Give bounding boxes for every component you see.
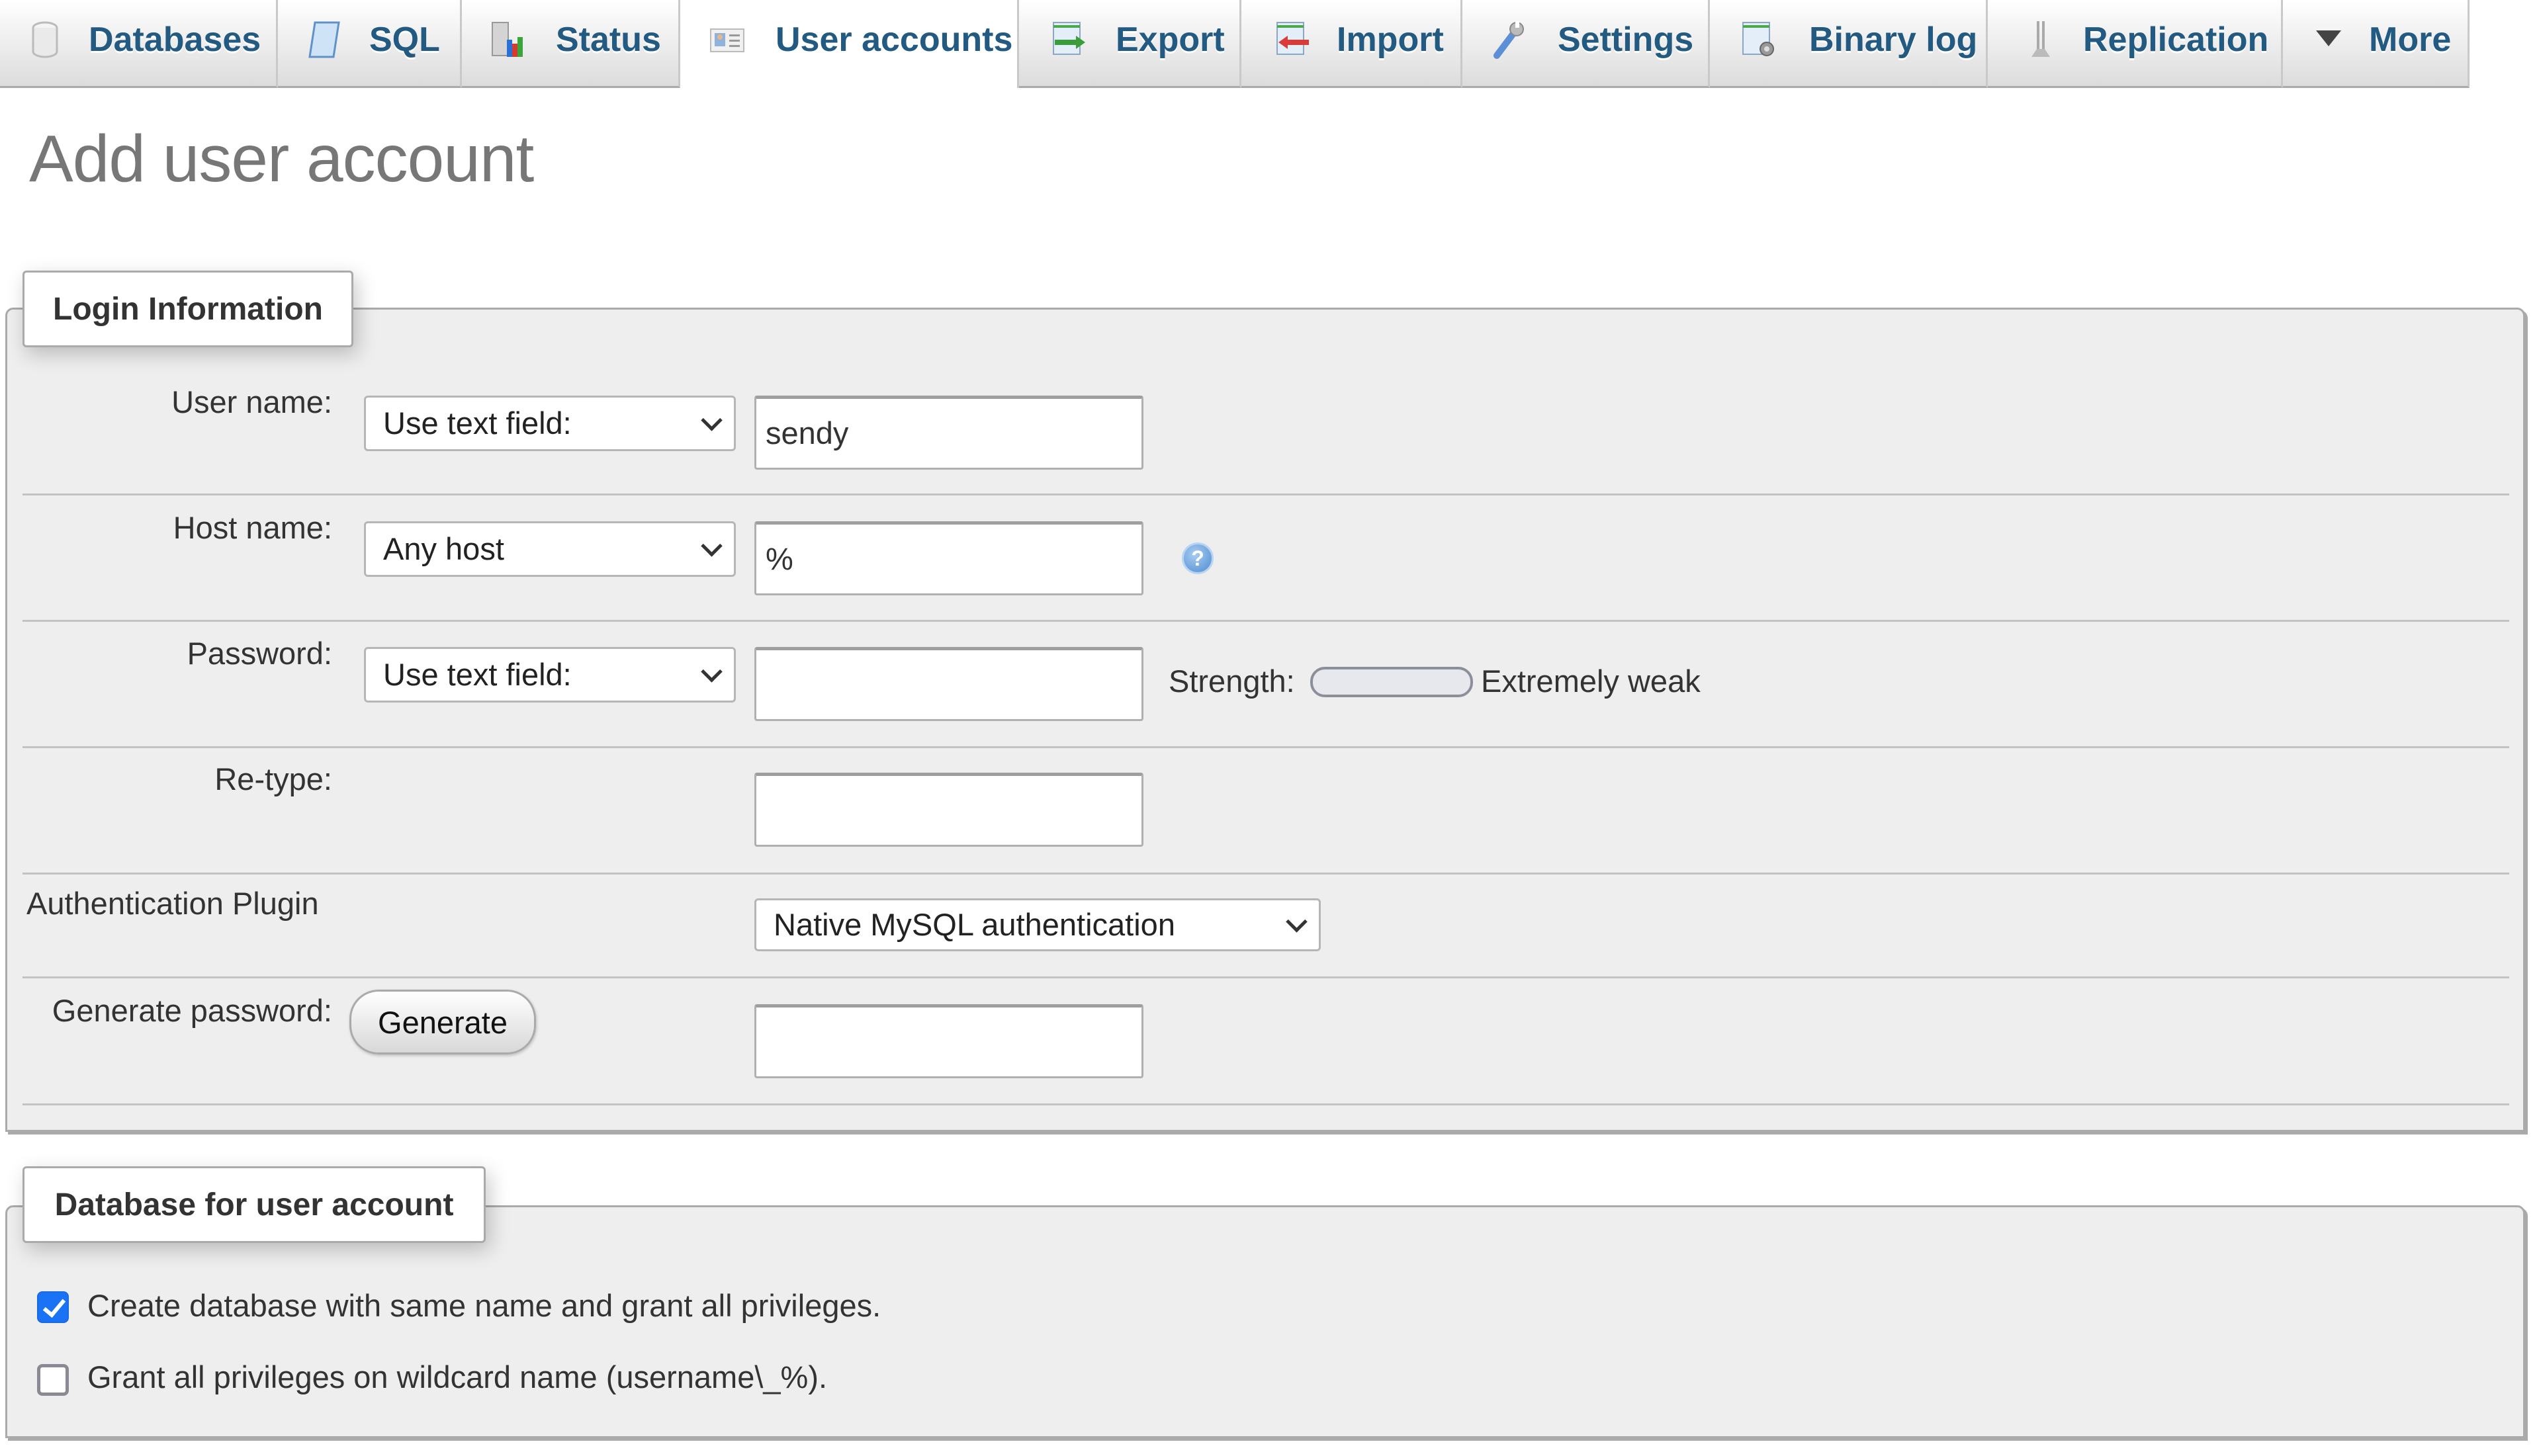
- host-name-type-select[interactable]: Any host: [364, 521, 736, 577]
- chevron-down-icon: [701, 661, 723, 683]
- strength-text: Extremely weak: [1481, 664, 1701, 699]
- tab-label: Import: [1337, 21, 1444, 59]
- host-name-input[interactable]: %: [754, 521, 1143, 595]
- user-name-type-select[interactable]: Use text field:: [364, 396, 736, 451]
- tab-sql[interactable]: SQL: [278, 0, 462, 88]
- tab-label: Binary log: [1809, 21, 1978, 59]
- row-divider: [22, 873, 2509, 875]
- row-divider: [22, 746, 2509, 748]
- help-icon[interactable]: ?: [1182, 542, 1214, 574]
- generated-password-input[interactable]: [754, 1004, 1143, 1078]
- tab-databases[interactable]: Databases: [0, 0, 278, 88]
- strength-label: Strength:: [1169, 664, 1295, 699]
- select-value: Any host: [383, 531, 504, 566]
- tab-label: Replication: [2083, 21, 2269, 59]
- generate-button[interactable]: Generate: [349, 990, 536, 1054]
- sql-scroll-icon: [308, 21, 340, 58]
- grant-wildcard-label[interactable]: Grant all privileges on wildcard name (u…: [87, 1359, 827, 1396]
- row-divider: [22, 493, 2509, 495]
- password-strength-meter: [1310, 667, 1473, 697]
- password-label: Password:: [187, 636, 332, 671]
- tab-status[interactable]: Status: [462, 0, 680, 88]
- binary-log-icon: [1742, 22, 1774, 56]
- tab-more[interactable]: More: [2283, 0, 2470, 88]
- export-icon: [1053, 22, 1085, 55]
- user-name-label: User name:: [171, 384, 332, 419]
- password-type-select[interactable]: Use text field:: [364, 647, 736, 703]
- chevron-down-icon: [701, 409, 723, 431]
- create-database-label[interactable]: Create database with same name and grant…: [87, 1287, 881, 1324]
- tab-label: User accounts: [776, 21, 1013, 59]
- row-divider: [22, 620, 2509, 622]
- grant-wildcard-checkbox[interactable]: [37, 1364, 69, 1396]
- tab-label: Status: [556, 21, 661, 59]
- tab-label: Databases: [89, 21, 261, 59]
- tab-user-accounts[interactable]: User accounts: [680, 0, 1019, 88]
- select-value: Use text field:: [383, 657, 572, 692]
- password-input[interactable]: [754, 647, 1143, 721]
- database-for-user-legend: Database for user account: [22, 1166, 486, 1243]
- tab-export[interactable]: Export: [1019, 0, 1241, 88]
- retype-password-input[interactable]: [754, 773, 1143, 847]
- login-information-legend: Login Information: [22, 271, 353, 347]
- tab-settings[interactable]: Settings: [1462, 0, 1710, 88]
- tab-label: More: [2369, 21, 2452, 59]
- database-icon: [32, 21, 58, 58]
- tab-label: Settings: [1558, 21, 1694, 59]
- host-name-value: %: [766, 541, 793, 576]
- authentication-plugin-label: Authentication Plugin: [26, 886, 319, 921]
- generate-password-label: Generate password:: [52, 993, 332, 1028]
- select-value: Native MySQL authentication: [774, 907, 1175, 942]
- user-card-icon: [710, 28, 744, 52]
- tab-binary-log[interactable]: Binary log: [1710, 0, 1988, 88]
- triangle-down-icon: [2316, 30, 2341, 46]
- user-name-value: sendy: [766, 415, 849, 450]
- tab-replication[interactable]: Replication: [1988, 0, 2283, 88]
- row-divider: [22, 976, 2509, 978]
- chevron-down-icon: [1286, 911, 1308, 933]
- chevron-down-icon: [701, 535, 723, 557]
- top-tab-bar: Databases SQL Status User accounts Expor…: [0, 0, 2541, 89]
- wrench-icon: [1493, 21, 1524, 59]
- host-name-label: Host name:: [173, 510, 332, 545]
- select-value: Use text field:: [383, 406, 572, 441]
- authentication-plugin-select[interactable]: Native MySQL authentication: [754, 898, 1321, 951]
- tab-label: Export: [1116, 21, 1225, 59]
- create-database-checkbox[interactable]: [37, 1291, 69, 1323]
- page-title: Add user account: [29, 122, 534, 196]
- import-icon: [1276, 22, 1309, 55]
- tab-label: SQL: [369, 21, 440, 59]
- replication-icon: [2031, 21, 2050, 57]
- retype-label: Re-type:: [214, 761, 332, 796]
- user-name-input[interactable]: sendy: [754, 396, 1143, 470]
- tab-import[interactable]: Import: [1241, 0, 1462, 88]
- status-chart-icon: [492, 22, 523, 57]
- row-divider: [22, 1103, 2509, 1105]
